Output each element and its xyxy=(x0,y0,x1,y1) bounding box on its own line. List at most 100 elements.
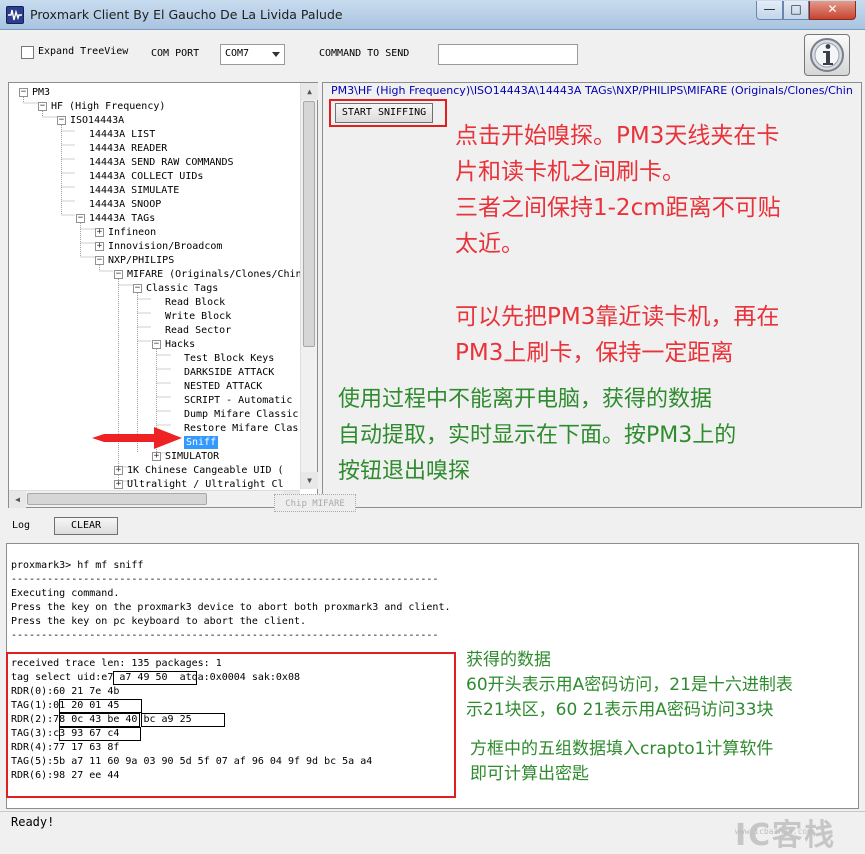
instruction-line: 片和读卡机之间刷卡。 xyxy=(455,159,685,185)
tree-node[interactable]: SCRIPT - Automatic xyxy=(184,394,292,407)
watermark-url: www.icbazhan.com xyxy=(735,827,813,836)
instruction-line: 自动提取，实时显示在下面。按PM3上的 xyxy=(338,423,737,448)
expand-plus-icon[interactable]: + xyxy=(114,480,123,489)
horizontal-scroll-thumb[interactable] xyxy=(27,493,207,505)
splitter-tooltip: Chip MIFARE xyxy=(274,494,356,512)
log-note-1: 获得的数据 60开头表示用A密码访问，21是十六进制表 示21块区，60 21表… xyxy=(466,648,793,723)
collapse-minus-icon[interactable]: − xyxy=(57,116,66,125)
tree-node[interactable]: SIMULATOR xyxy=(165,450,219,463)
com-port-label: COM PORT xyxy=(151,48,200,59)
instruction-red-2: 可以先把PM3靠近读卡机，再在 PM3上刷卡，保持一定距离 xyxy=(455,299,779,371)
expand-plus-icon[interactable]: + xyxy=(95,242,104,251)
tree-node[interactable]: 14443A COLLECT UIDs xyxy=(89,170,203,183)
tree-node[interactable]: ISO14443A xyxy=(70,114,124,127)
tree-node[interactable]: 14443A LIST xyxy=(89,128,155,141)
status-text: Ready! xyxy=(11,815,55,829)
tree-horizontal-scrollbar[interactable]: ◀ ▶ xyxy=(9,490,300,508)
tree-node[interactable]: 14443A SNOOP xyxy=(89,198,161,211)
instruction-red-1: 点击开始嗅探。PM3天线夹在卡 片和读卡机之间刷卡。 三者之间保持1-2cm距离… xyxy=(455,118,781,262)
tree-node[interactable]: Test Block Keys xyxy=(184,352,274,365)
tree-node[interactable]: NXP/PHILIPS xyxy=(108,254,174,267)
tree-node[interactable]: 14443A READER xyxy=(89,142,167,155)
expand-treeview-label: Expand TreeView xyxy=(38,46,129,57)
command-input[interactable] xyxy=(438,44,578,65)
tree-node[interactable]: 14443A TAGs xyxy=(89,212,155,225)
info-button[interactable] xyxy=(804,34,850,76)
scroll-up-icon[interactable]: ▲ xyxy=(301,83,318,100)
scroll-left-icon[interactable]: ◀ xyxy=(9,491,26,508)
tree-node[interactable]: Classic Tags xyxy=(146,282,218,295)
collapse-minus-icon[interactable]: − xyxy=(95,256,104,265)
tree-node[interactable]: NESTED ATTACK xyxy=(184,380,262,393)
clear-button[interactable]: CLEAR xyxy=(54,517,118,535)
instruction-line: 可以先把PM3靠近读卡机，再在 xyxy=(455,304,780,330)
uid-box xyxy=(113,671,197,685)
expand-plus-icon[interactable]: + xyxy=(95,228,104,237)
window-title: Proxmark Client By El Gaucho De La Livid… xyxy=(30,7,343,22)
expand-treeview-checkbox[interactable] xyxy=(21,46,34,59)
instruction-green: 使用过程中不能离开电脑，获得的数据 自动提取，实时显示在下面。按PM3上的 按钮… xyxy=(338,382,736,490)
start-sniffing-button[interactable]: START SNIFFING xyxy=(335,103,433,123)
instruction-line: 按钮退出嗅探 xyxy=(338,459,471,484)
tree-node[interactable]: PM3 xyxy=(32,86,50,99)
info-icon xyxy=(810,38,844,72)
instruction-line: 使用过程中不能离开电脑，获得的数据 xyxy=(338,387,713,412)
collapse-minus-icon[interactable]: − xyxy=(133,284,142,293)
tree-node[interactable]: Read Block xyxy=(165,296,225,309)
minimize-button[interactable]: — xyxy=(756,1,783,20)
instruction-line: 点击开始嗅探。PM3天线夹在卡 xyxy=(455,123,780,149)
collapse-minus-icon[interactable]: − xyxy=(38,102,47,111)
tag3-box xyxy=(59,727,141,741)
note-line: 方框中的五组数据填入crapto1计算软件 xyxy=(470,739,774,759)
log-line: ----------------------------------------… xyxy=(11,574,439,585)
tree-node[interactable]: Hacks xyxy=(165,338,195,351)
tree-node[interactable]: Write Block xyxy=(165,310,231,323)
breadcrumb: PM3\HF (High Frequency)\ISO14443A\14443A… xyxy=(331,84,853,97)
tree-node[interactable]: Dump Mifare Classic xyxy=(184,408,298,421)
command-label: COMMAND TO SEND xyxy=(319,48,410,59)
log-line: Executing command. xyxy=(11,588,120,599)
tree-node-selected[interactable]: Sniff xyxy=(184,436,219,449)
vertical-scroll-thumb[interactable] xyxy=(303,101,315,347)
instruction-line: 三者之间保持1-2cm距离不可贴 xyxy=(455,195,781,221)
tree-node[interactable]: Read Sector xyxy=(165,324,231,337)
note-line: 60开头表示用A密码访问，21是十六进制表 xyxy=(466,675,793,695)
expand-plus-icon[interactable]: + xyxy=(114,466,123,475)
tree-node[interactable]: Innovision/Broadcom xyxy=(108,240,222,253)
arrow-annotation-icon xyxy=(92,427,182,449)
note-line: 即可计算出密匙 xyxy=(470,764,589,784)
tree-node[interactable]: DARKSIDE ATTACK xyxy=(184,366,274,379)
log-line: proxmark3> hf mf sniff xyxy=(11,560,144,571)
log-line: Press the key on the proxmark3 device to… xyxy=(11,602,451,613)
chevron-down-icon xyxy=(272,52,280,57)
tree-node[interactable]: MIFARE (Originals/Clones/Chin xyxy=(127,268,302,281)
note-line: 示21块区，60 21表示用A密码访问33块 xyxy=(466,700,774,720)
log-note-2: 方框中的五组数据填入crapto1计算软件 即可计算出密匙 xyxy=(470,737,773,787)
scroll-down-icon[interactable]: ▼ xyxy=(301,472,318,489)
collapse-minus-icon[interactable]: − xyxy=(152,340,161,349)
com-port-select[interactable]: COM7 xyxy=(220,44,285,65)
collapse-minus-icon[interactable]: − xyxy=(114,270,123,279)
maximize-button[interactable]: □ xyxy=(783,1,809,20)
collapse-minus-icon[interactable]: − xyxy=(76,214,85,223)
tree-node[interactable]: 14443A SIMULATE xyxy=(89,184,179,197)
expand-plus-icon[interactable]: + xyxy=(152,452,161,461)
tree-node[interactable]: Restore Mifare Clas xyxy=(184,422,298,435)
rdr2-box-b xyxy=(141,713,225,727)
tree-node[interactable]: Infineon xyxy=(108,226,156,239)
note-line: 获得的数据 xyxy=(466,650,551,670)
log-line: Press the key on pc keyboard to abort th… xyxy=(11,616,307,627)
log-label: Log xyxy=(12,520,31,531)
collapse-minus-icon[interactable]: − xyxy=(19,88,28,97)
tree-node[interactable]: HF (High Frequency) xyxy=(51,100,165,113)
instruction-line: PM3上刷卡，保持一定距离 xyxy=(455,340,734,366)
tag1-box xyxy=(59,699,142,713)
tree-node[interactable]: 1K Chinese Cangeable UID ( xyxy=(127,464,284,477)
close-button[interactable]: ✕ xyxy=(809,1,856,20)
app-icon xyxy=(6,6,24,24)
log-line: ----------------------------------------… xyxy=(11,630,439,641)
instruction-line: 太近。 xyxy=(455,231,524,257)
tree-vertical-scrollbar[interactable]: ▲ ▼ xyxy=(300,83,318,489)
com-port-value: COM7 xyxy=(225,48,250,59)
tree-node[interactable]: 14443A SEND RAW COMMANDS xyxy=(89,156,234,169)
